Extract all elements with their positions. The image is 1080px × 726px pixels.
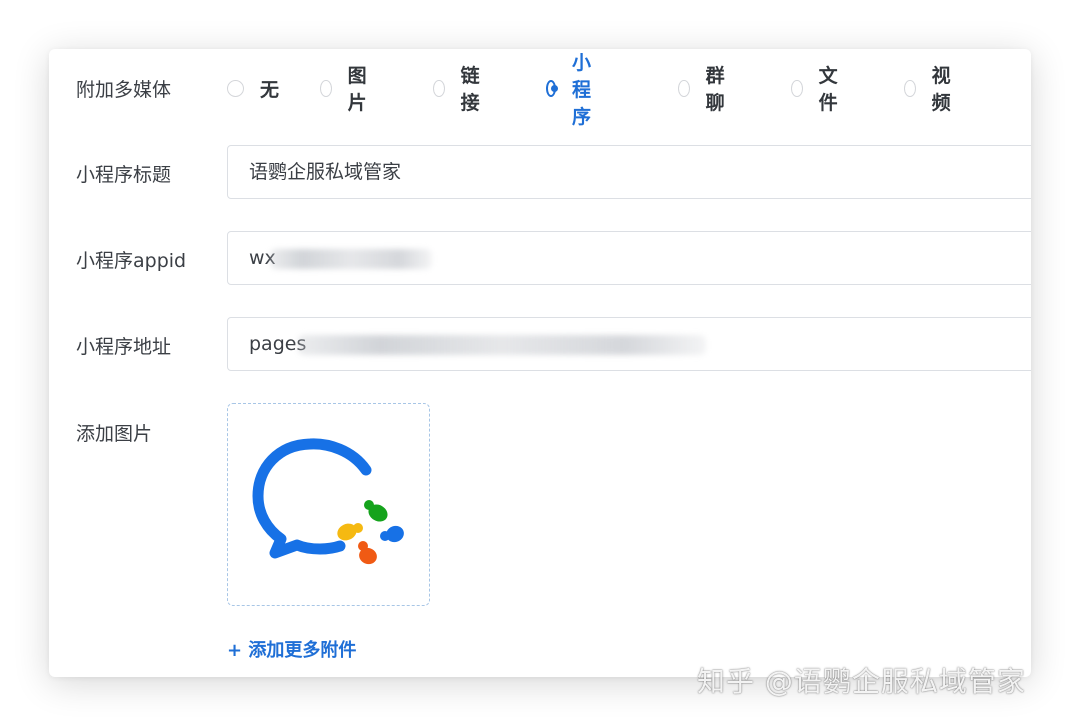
radio-label: 图片 (347, 65, 367, 114)
miniprogram-title-label: 小程序标题 (76, 164, 172, 186)
add-more-attachments-link[interactable]: + 添加更多附件 (227, 636, 356, 662)
radio-link[interactable]: 链接 (433, 65, 485, 114)
radio-circle (904, 79, 916, 97)
radio-circle (433, 79, 445, 97)
radio-label: 无 (260, 78, 280, 101)
wecom-logo-icon (252, 438, 404, 565)
form-card: 附加多媒体 无 图片 链接 小程序 群聊 文件 视频 小程序标题 语鹦企服私域管… (49, 49, 1031, 677)
add-image-label: 添加图片 (76, 423, 153, 445)
radio-groupchat[interactable]: 群聊 (678, 65, 730, 114)
radio-circle (320, 79, 332, 97)
radio-circle (678, 79, 690, 97)
miniprogram-title-input[interactable]: 语鹦企服私域管家 (227, 145, 1031, 199)
miniprogram-appid-label: 小程序appid (76, 250, 187, 272)
miniprogram-path-label: 小程序地址 (76, 336, 172, 358)
radio-video[interactable]: 视频 (904, 65, 956, 114)
radio-label: 链接 (460, 65, 480, 114)
radio-label: 视频 (931, 65, 951, 114)
miniprogram-title-value: 语鹦企服私域管家 (249, 161, 402, 183)
radio-circle (227, 79, 244, 97)
screenshot-stage: 附加多媒体 无 图片 链接 小程序 群聊 文件 视频 小程序标题 语鹦企服私域管… (0, 0, 1080, 726)
radio-label: 群聊 (705, 65, 725, 114)
miniprogram-appid-input[interactable]: wx (227, 231, 1031, 285)
miniprogram-path-input[interactable]: pages (227, 317, 1031, 371)
radio-miniprogram[interactable]: 小程序 (546, 52, 598, 128)
radio-circle (791, 79, 803, 97)
radio-label: 文件 (818, 65, 838, 114)
watermark: 知乎 @语鹦企服私域管家 (697, 665, 1026, 698)
radio-file[interactable]: 文件 (791, 65, 843, 114)
radio-image[interactable]: 图片 (320, 65, 372, 114)
media-label: 附加多媒体 (76, 79, 172, 101)
radio-none[interactable]: 无 (227, 73, 279, 103)
radio-label: 小程序 (571, 51, 591, 128)
redacted-blur (298, 335, 706, 355)
image-upload-box[interactable] (227, 403, 430, 606)
radio-circle-checked (546, 79, 558, 97)
redacted-blur (270, 249, 432, 269)
